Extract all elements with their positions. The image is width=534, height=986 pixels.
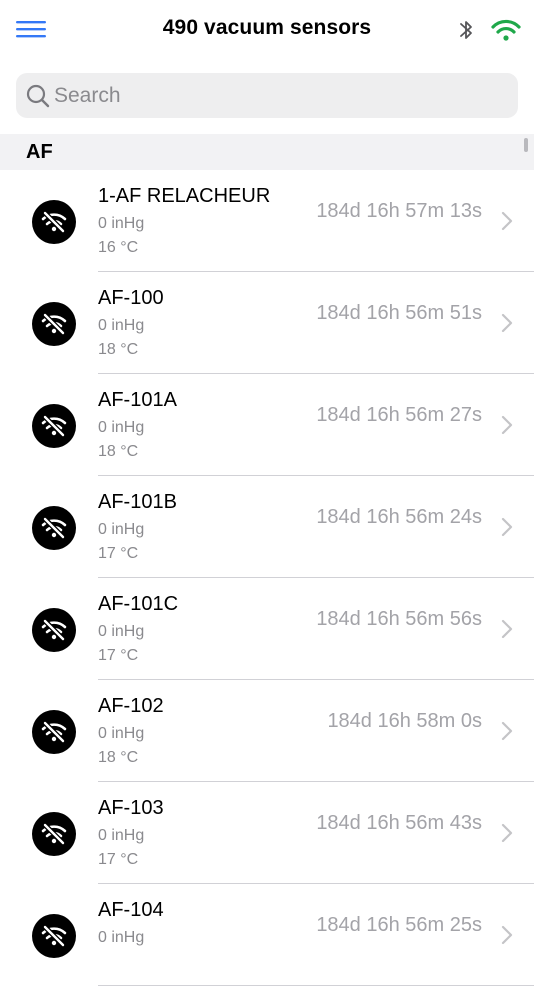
sensor-temperature: 16 °C (98, 239, 139, 256)
sensor-name: AF-103 (98, 797, 164, 819)
wifi-off-icon (32, 404, 76, 448)
sensor-row[interactable]: AF-103 0 inHg 17 °C 184d 16h 56m 43s (0, 782, 534, 884)
sensor-elapsed-time: 184d 16h 56m 24s (316, 506, 482, 528)
wifi-icon[interactable] (490, 17, 522, 43)
sensor-elapsed-time: 184d 16h 56m 25s (316, 914, 482, 936)
sensor-elapsed-time: 184d 16h 56m 43s (316, 812, 482, 834)
sensor-pressure: 0 inHg (98, 929, 145, 946)
section-title: AF (26, 141, 53, 163)
section-header: AF (0, 134, 534, 170)
sensor-row[interactable]: AF-100 0 inHg 18 °C 184d 16h 56m 51s (0, 272, 534, 374)
wifi-off-icon (32, 914, 76, 958)
sensor-pressure: 0 inHg (98, 725, 145, 742)
sensor-elapsed-time: 184d 16h 58m 0s (327, 710, 482, 732)
sensor-name: AF-104 (98, 899, 164, 921)
sensor-pressure: 0 inHg (98, 317, 145, 334)
scroll-indicator[interactable] (524, 138, 528, 152)
sensor-row[interactable]: 1-AF RELACHEUR 0 inHg 16 °C 184d 16h 57m… (0, 170, 534, 272)
sensor-name: AF-101C (98, 593, 179, 615)
wifi-off-icon (32, 302, 76, 346)
sensor-pressure: 0 inHg (98, 827, 145, 844)
chevron-right-icon (500, 312, 514, 334)
sensor-row[interactable]: AF-101C 0 inHg 17 °C 184d 16h 56m 56s (0, 578, 534, 680)
sensor-elapsed-time: 184d 16h 56m 27s (316, 404, 482, 426)
sensor-temperature: 17 °C (98, 851, 139, 868)
wifi-off-icon (32, 200, 76, 244)
sensor-name: 1-AF RELACHEUR (98, 185, 271, 207)
sensor-list: 1-AF RELACHEUR 0 inHg 16 °C 184d 16h 57m… (0, 170, 534, 986)
search-icon (25, 83, 51, 109)
page-title: 490 vacuum sensors (162, 16, 372, 39)
sensor-row[interactable]: AF-101A 0 inHg 18 °C 184d 16h 56m 27s (0, 374, 534, 476)
sensor-temperature: 17 °C (98, 647, 139, 664)
sensor-pressure: 0 inHg (98, 623, 145, 640)
sensor-name: AF-100 (98, 287, 164, 309)
search-bar[interactable] (16, 73, 518, 118)
wifi-off-icon (32, 608, 76, 652)
wifi-off-icon (32, 812, 76, 856)
chevron-right-icon (500, 924, 514, 946)
search-input[interactable] (54, 73, 504, 118)
sensor-pressure: 0 inHg (98, 215, 145, 232)
sensor-row[interactable]: AF-104 0 inHg 184d 16h 56m 25s (0, 884, 534, 986)
chevron-right-icon (500, 516, 514, 538)
chevron-right-icon (500, 210, 514, 232)
sensor-temperature: 17 °C (98, 545, 139, 562)
chevron-right-icon (500, 720, 514, 742)
wifi-off-icon (32, 506, 76, 550)
sensor-pressure: 0 inHg (98, 419, 145, 436)
chevron-right-icon (500, 822, 514, 844)
wifi-off-icon (32, 710, 76, 754)
sensor-name: AF-102 (98, 695, 164, 717)
sensor-row[interactable]: AF-102 0 inHg 18 °C 184d 16h 58m 0s (0, 680, 534, 782)
sensor-name: AF-101A (98, 389, 177, 411)
chevron-right-icon (500, 618, 514, 640)
sensor-temperature: 18 °C (98, 443, 139, 460)
chevron-right-icon (500, 414, 514, 436)
navigation-bar: 490 vacuum sensors (0, 0, 534, 60)
sensor-temperature: 18 °C (98, 749, 139, 766)
bluetooth-icon[interactable] (455, 17, 477, 43)
sensor-row[interactable]: AF-101B 0 inHg 17 °C 184d 16h 56m 24s (0, 476, 534, 578)
sensor-elapsed-time: 184d 16h 56m 56s (316, 608, 482, 630)
sensor-pressure: 0 inHg (98, 521, 145, 538)
sensor-name: AF-101B (98, 491, 177, 513)
sensor-elapsed-time: 184d 16h 57m 13s (316, 200, 482, 222)
sensor-elapsed-time: 184d 16h 56m 51s (316, 302, 482, 324)
sensor-temperature: 18 °C (98, 341, 139, 358)
